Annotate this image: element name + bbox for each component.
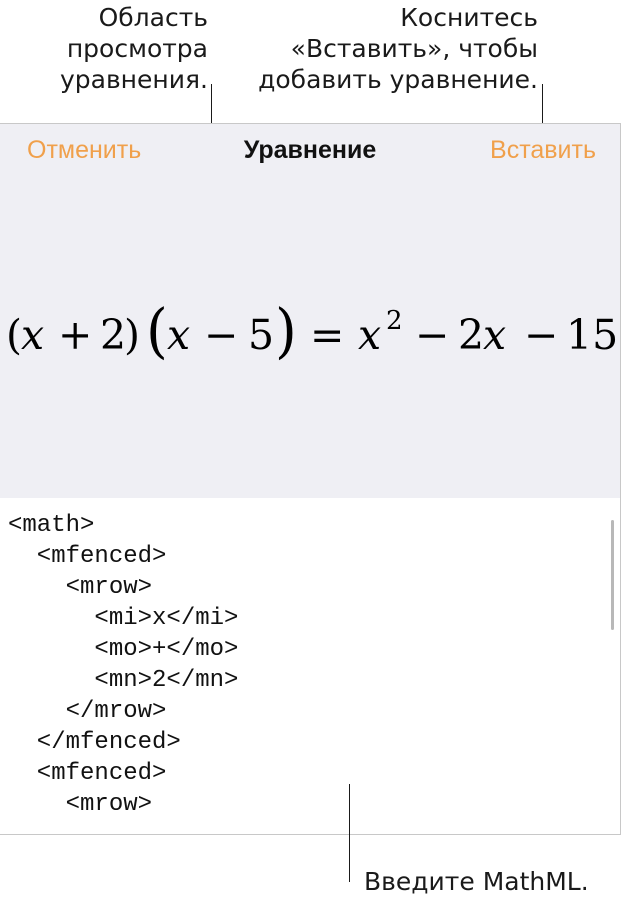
mathml-code-line: <mrow> (8, 791, 153, 818)
equation-preview-area: Отменить Уравнение Вставить ( x + 2 ) ( … (0, 124, 620, 498)
equation-minus-sign-1: − (204, 311, 239, 359)
mathml-input-area[interactable]: <math> <mfenced> <mrow> <mi>x</mi> <mo>+… (0, 498, 620, 834)
equation-preview: ( x + 2 ) ( x − 5 ) = x 2 − 2 x − 15 (0, 297, 620, 370)
equation-right-paren-2: ) (275, 297, 297, 366)
equation-exponent-2: 2 (386, 306, 403, 336)
callout-insert-line-1: Коснитесь (400, 3, 538, 32)
equation-editor-panel: Отменить Уравнение Вставить ( x + 2 ) ( … (0, 123, 621, 835)
equation-var-x-4: x (483, 311, 507, 359)
callout-insert-button: Коснитесь «Вставить», чтобы добавить ура… (258, 2, 538, 95)
callout-preview-line-2: просмотра (66, 34, 208, 63)
mathml-code-line: <math> (8, 512, 95, 539)
mathml-code-line: <mo>+</mo> (8, 636, 239, 663)
equation-left-paren-2: ( (146, 297, 168, 366)
mathml-code-line: <mfenced> (8, 543, 167, 570)
equation-var-x-1: x (21, 311, 45, 359)
equation-var-x-3: x (358, 311, 382, 359)
callout-preview-area: Область просмотра уравнения. (60, 2, 208, 95)
mathml-code-line: </mrow> (8, 698, 167, 725)
callout-insert-line-2: «Вставить», чтобы (290, 34, 538, 63)
equation-equals-sign: = (310, 311, 345, 359)
equation-number-5: 5 (248, 311, 275, 359)
equation-minus-sign-3: − (524, 311, 559, 359)
mathml-code-line: <mi>x</mi> (8, 605, 239, 632)
mathml-code-line: <mn>2</mn> (8, 667, 239, 694)
callout-mathml-leader-line (349, 784, 350, 882)
callout-insert-line-3: добавить уравнение. (258, 65, 538, 94)
callout-preview-line-1: Область (98, 3, 208, 32)
callout-mathml-input: Введите MathML. (364, 866, 589, 897)
mathml-scrollbar[interactable] (611, 520, 614, 630)
equation-var-x-2: x (167, 311, 191, 359)
equation-plus-sign: + (58, 311, 93, 359)
mathml-code-line: </mfenced> (8, 729, 181, 756)
callout-mathml-text: Введите MathML. (364, 867, 589, 896)
equation-minus-sign-2: − (415, 311, 450, 359)
equation-number-2: 2 (100, 311, 127, 359)
callout-preview-line-3: уравнения. (59, 65, 208, 94)
equation-coefficient-2: 2 (458, 311, 485, 359)
equation-number-15: 15 (566, 311, 619, 359)
equation-right-paren-1: ) (124, 311, 140, 359)
equation-left-paren-1: ( (6, 311, 22, 359)
insert-button[interactable]: Вставить (490, 135, 596, 165)
mathml-code-line: <mrow> (8, 574, 153, 601)
mathml-code-line: <mfenced> (8, 760, 167, 787)
